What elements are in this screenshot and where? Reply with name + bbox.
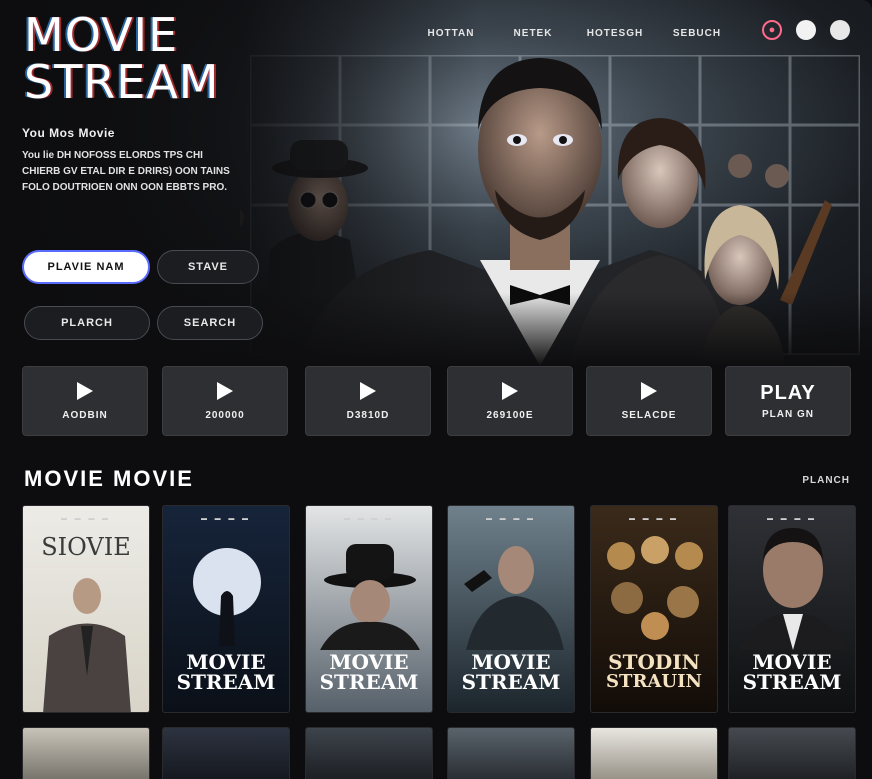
tile-2[interactable]: 200000 bbox=[162, 366, 288, 436]
section-title: MOVIE MOVIE bbox=[24, 466, 194, 491]
poster-credits: ▬ ▬ ▬ ▬ bbox=[60, 516, 111, 522]
poster-faces bbox=[607, 536, 703, 640]
tile-label: PLAN GN bbox=[762, 409, 814, 420]
tile-4[interactable]: 269100E bbox=[447, 366, 573, 436]
settings-icon[interactable] bbox=[830, 20, 850, 40]
poster-card-row2[interactable] bbox=[162, 727, 290, 779]
poster-credits: ▬ ▬ ▬ ▬ bbox=[343, 516, 394, 522]
poster-figure bbox=[739, 528, 847, 650]
poster-moon bbox=[193, 548, 261, 646]
tile-play[interactable]: PLAY PLAN GN bbox=[725, 366, 851, 436]
poster-credits: ▬ ▬ ▬ ▬ bbox=[485, 516, 536, 522]
poster-card-row2[interactable] bbox=[590, 727, 718, 779]
poster-card[interactable]: ▬ ▬ ▬ ▬ MOVIE STREAM bbox=[728, 505, 856, 713]
poster-credits: ▬ ▬ ▬ ▬ bbox=[628, 516, 679, 522]
app-logo[interactable]: MOVIE STREAM bbox=[24, 12, 219, 106]
poster-card-row2[interactable] bbox=[447, 727, 575, 779]
logo-line-1: MOVIE bbox=[24, 8, 179, 62]
poster-credits: ▬ ▬ ▬ ▬ bbox=[200, 516, 251, 522]
nav-item-3[interactable]: HOTESGH bbox=[574, 28, 656, 39]
hero-title: You Mos Movie bbox=[22, 126, 115, 140]
tile-label: D3810D bbox=[346, 409, 390, 421]
poster-card[interactable]: ▬ ▬ ▬ ▬ STODIN STRAUIN bbox=[590, 505, 718, 713]
poster-card-row2[interactable] bbox=[728, 727, 856, 779]
poster-subtitle: STRAUIN bbox=[606, 671, 702, 692]
tile-label: AODBIN bbox=[62, 409, 108, 421]
nav-item-4[interactable]: SEBUCH bbox=[656, 28, 738, 39]
section-link[interactable]: PLANCH bbox=[802, 475, 850, 486]
poster-subtitle: STREAM bbox=[319, 670, 419, 694]
poster-title: STODIN bbox=[608, 650, 700, 674]
tile-5[interactable]: SELACDE bbox=[586, 366, 712, 436]
top-nav: HOTTAN NETEK HOTESGH SEBUCH bbox=[410, 28, 738, 39]
tile-label: 200000 bbox=[205, 409, 245, 421]
hero-description: You lie DH NOFOSS ELORDS TPS CHI CHIERB … bbox=[22, 150, 230, 193]
poster-subtitle: STREAM bbox=[742, 670, 842, 694]
poster-figure bbox=[464, 546, 564, 650]
tile-1[interactable]: AODBIN bbox=[22, 366, 148, 436]
poster-card-row2[interactable] bbox=[305, 727, 433, 779]
planch-button[interactable]: PLARCH bbox=[24, 306, 150, 340]
play-icon bbox=[77, 381, 93, 400]
play-icon bbox=[217, 381, 233, 400]
logo-line-2: STREAM bbox=[24, 55, 220, 109]
nav-item-2[interactable]: NETEK bbox=[492, 28, 574, 39]
tile-3[interactable]: D3810D bbox=[305, 366, 431, 436]
poster-subtitle: STREAM bbox=[176, 670, 276, 694]
search-button[interactable]: SEARCH bbox=[157, 306, 263, 340]
notification-icon[interactable]: ● bbox=[762, 20, 782, 40]
app-window: MOVIE STREAM HOTTAN NETEK HOTESGH SEBUCH… bbox=[0, 0, 872, 779]
nav-item-1[interactable]: HOTTAN bbox=[410, 28, 492, 39]
profile-icon[interactable] bbox=[796, 20, 816, 40]
poster-figure bbox=[320, 544, 420, 650]
stave-button[interactable]: STAVE bbox=[157, 250, 259, 284]
play-icon bbox=[502, 381, 518, 400]
tile-label: 269100E bbox=[486, 409, 534, 421]
poster-card[interactable]: ▬ ▬ ▬ ▬ SIOVIE bbox=[22, 505, 150, 713]
play-icon bbox=[360, 381, 376, 400]
play-icon bbox=[641, 381, 657, 400]
poster-card-row2[interactable] bbox=[22, 727, 150, 779]
poster-subtitle: STREAM bbox=[461, 670, 561, 694]
poster-title: SIOVIE bbox=[41, 533, 131, 561]
play-now-button[interactable]: PLAVIE NAM bbox=[22, 250, 150, 284]
tile-play-big-label: PLAY bbox=[760, 382, 816, 404]
poster-card[interactable]: ▬ ▬ ▬ ▬ MOVIE STREAM bbox=[447, 505, 575, 713]
poster-figure bbox=[43, 578, 131, 712]
poster-card[interactable]: ▬ ▬ ▬ ▬ MOVIE STREAM bbox=[162, 505, 290, 713]
tile-label: SELACDE bbox=[621, 409, 677, 421]
top-icons: ● bbox=[762, 20, 850, 40]
poster-card[interactable]: ▬ ▬ ▬ ▬ MOVIE STREAM bbox=[305, 505, 433, 713]
